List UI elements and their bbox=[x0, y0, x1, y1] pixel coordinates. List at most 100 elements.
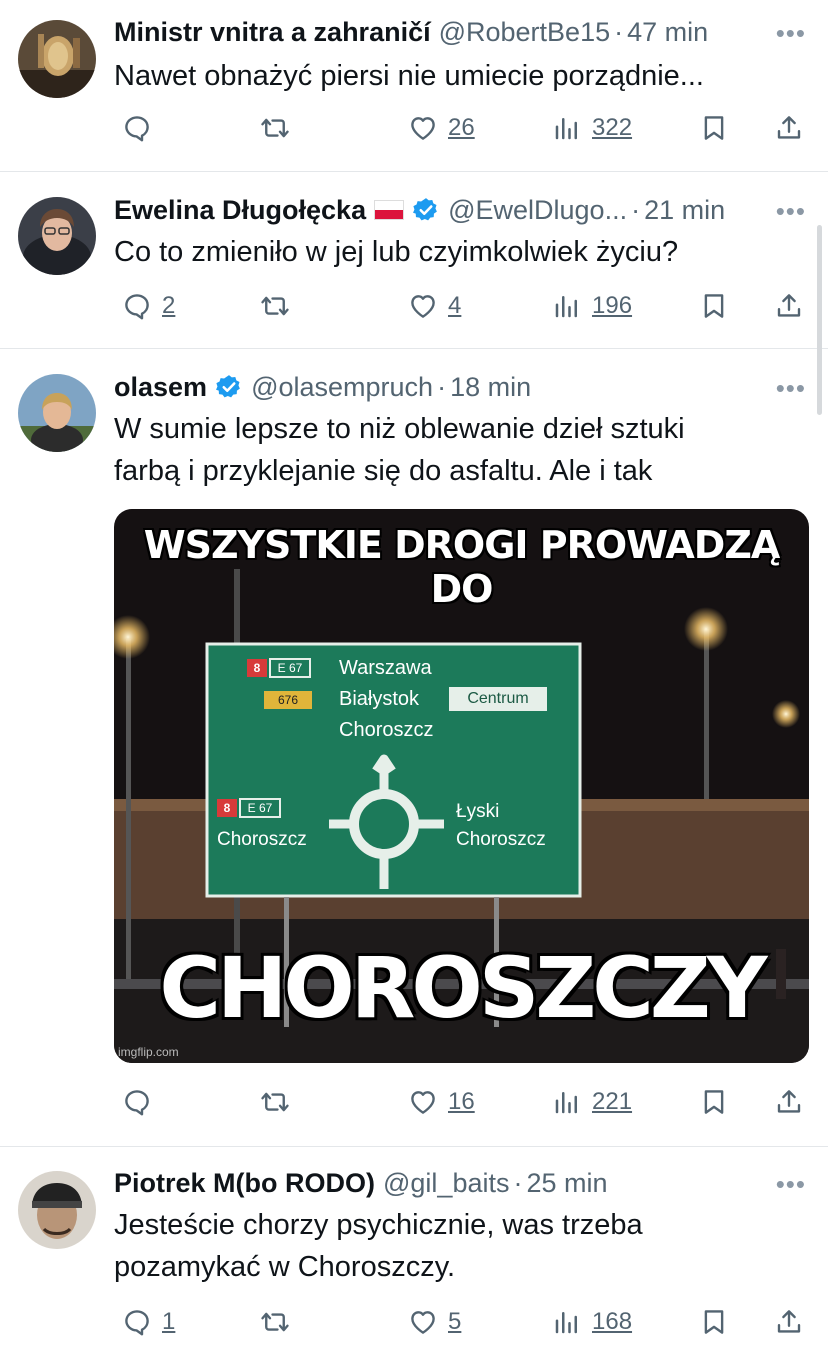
tweet[interactable]: olasem @olasempruch · 18 min ••• W sumie… bbox=[0, 349, 828, 1147]
views-icon bbox=[552, 1307, 582, 1337]
reply-icon bbox=[122, 113, 152, 143]
like-button[interactable]: 4 bbox=[408, 284, 461, 328]
sign-destination: Warszawa bbox=[339, 657, 432, 679]
bookmark-button[interactable] bbox=[699, 1300, 729, 1344]
share-icon bbox=[774, 291, 804, 321]
display-name[interactable]: Piotrek M(bo RODO) bbox=[114, 1168, 375, 1199]
share-button[interactable] bbox=[774, 1080, 804, 1124]
bookmark-icon bbox=[699, 291, 729, 321]
views-button[interactable]: 196 bbox=[552, 284, 632, 328]
like-button[interactable]: 5 bbox=[408, 1300, 461, 1344]
tweet-actions: 2 4 196 bbox=[114, 284, 814, 328]
share-button[interactable] bbox=[774, 284, 804, 328]
bookmark-icon bbox=[699, 113, 729, 143]
reply-icon bbox=[122, 291, 152, 321]
retweet-button[interactable] bbox=[260, 284, 300, 328]
timestamp[interactable]: 25 min bbox=[526, 1168, 607, 1199]
reply-icon bbox=[122, 1307, 152, 1337]
reply-button[interactable] bbox=[122, 1080, 162, 1124]
verified-badge-icon[interactable] bbox=[215, 373, 243, 401]
share-icon bbox=[774, 1087, 804, 1117]
scrollbar[interactable] bbox=[817, 225, 822, 415]
tweet-text: Nawet obnażyć piersi nie umiecie porządn… bbox=[114, 60, 704, 92]
like-button[interactable]: 26 bbox=[408, 106, 475, 150]
share-icon bbox=[774, 113, 804, 143]
tweet-header: Piotrek M(bo RODO) @gil_baits · 25 min bbox=[114, 1167, 608, 1199]
views-icon bbox=[552, 113, 582, 143]
user-handle[interactable]: @RobertBe15 bbox=[439, 17, 611, 48]
tweet[interactable]: Ministr vnitra a zahraničí @RobertBe15 ·… bbox=[0, 0, 828, 172]
tweet-text-line: W sumie lepsze to niż oblewanie dzieł sz… bbox=[114, 413, 685, 445]
timestamp[interactable]: 21 min bbox=[644, 195, 725, 226]
like-button[interactable]: 16 bbox=[408, 1080, 475, 1124]
display-name[interactable]: Ministr vnitra a zahraničí bbox=[114, 17, 431, 48]
views-button[interactable]: 168 bbox=[552, 1300, 632, 1344]
like-icon bbox=[408, 113, 438, 143]
sign-centrum: Centrum bbox=[467, 690, 529, 707]
tweet[interactable]: Ewelina Długołęcka @EwelDlugo... · 21 mi… bbox=[0, 172, 828, 349]
meme-image[interactable]: WSZYSTKIE DROGI PROWADZĄ DO CHOROSZCZY i… bbox=[114, 509, 809, 1063]
retweet-button[interactable] bbox=[260, 1300, 300, 1344]
meme-bottom-caption: CHOROSZCZY bbox=[159, 939, 767, 1037]
reply-icon bbox=[122, 1087, 152, 1117]
views-button[interactable]: 322 bbox=[552, 106, 632, 150]
timestamp[interactable]: 18 min bbox=[450, 372, 531, 403]
share-button[interactable] bbox=[774, 106, 804, 150]
meme-top-caption: WSZYSTKIE DROGI PROWADZĄ DO bbox=[143, 523, 781, 611]
tweet-header: olasem @olasempruch · 18 min bbox=[114, 371, 532, 403]
more-icon[interactable]: ••• bbox=[776, 1169, 806, 1200]
like-icon bbox=[408, 291, 438, 321]
display-name[interactable]: olasem bbox=[114, 372, 207, 403]
bookmark-button[interactable] bbox=[699, 284, 729, 328]
like-icon bbox=[408, 1087, 438, 1117]
views-button[interactable]: 221 bbox=[552, 1080, 632, 1124]
sign-destination: Łyski bbox=[456, 801, 500, 822]
display-name[interactable]: Ewelina Długołęcka bbox=[114, 195, 366, 226]
tweet-actions: 1 5 168 bbox=[114, 1300, 814, 1344]
sign-destination: Choroszcz bbox=[339, 719, 434, 741]
tweet-text-line: pozamykać w Choroszczy. bbox=[114, 1251, 456, 1283]
tweet-text: Jesteście chorzy psychicznie, was trzeba… bbox=[114, 1204, 788, 1288]
tweet-header: Ministr vnitra a zahraničí @RobertBe15 ·… bbox=[114, 16, 709, 48]
user-handle[interactable]: @olasempruch bbox=[251, 372, 433, 403]
share-button[interactable] bbox=[774, 1300, 804, 1344]
reply-button[interactable]: 2 bbox=[122, 284, 175, 328]
reply-button[interactable]: 1 bbox=[122, 1300, 175, 1344]
bookmark-button[interactable] bbox=[699, 106, 729, 150]
avatar[interactable] bbox=[18, 1171, 96, 1249]
sign-destination: Choroszcz bbox=[217, 829, 307, 850]
tweet[interactable]: Piotrek M(bo RODO) @gil_baits · 25 min •… bbox=[0, 1147, 828, 1355]
more-icon[interactable]: ••• bbox=[776, 196, 806, 227]
tweet-actions: 26 322 bbox=[114, 106, 814, 150]
avatar[interactable] bbox=[18, 197, 96, 275]
views-icon bbox=[552, 291, 582, 321]
sign-destination: Białystok bbox=[339, 688, 420, 710]
sign-road-676: 676 bbox=[277, 693, 299, 707]
retweet-icon bbox=[260, 1307, 290, 1337]
tweet-actions: 16 221 bbox=[114, 1080, 814, 1124]
sign-road-e67: E 67 bbox=[277, 661, 303, 675]
share-icon bbox=[774, 1307, 804, 1337]
reply-button[interactable] bbox=[122, 106, 162, 150]
tweet-text-line: Jesteście chorzy psychicznie, was trzeba bbox=[114, 1209, 643, 1241]
user-handle[interactable]: @EwelDlugo... bbox=[448, 195, 627, 226]
views-icon bbox=[552, 1087, 582, 1117]
sign-road-8: 8 bbox=[253, 661, 261, 675]
tweet-header: Ewelina Długołęcka @EwelDlugo... · 21 mi… bbox=[114, 194, 726, 226]
bookmark-button[interactable] bbox=[699, 1080, 729, 1124]
meme-watermark: imgflip.com bbox=[118, 1045, 179, 1059]
poland-flag-icon bbox=[374, 200, 405, 220]
verified-badge-icon[interactable] bbox=[412, 196, 440, 224]
bookmark-icon bbox=[699, 1307, 729, 1337]
retweet-icon bbox=[260, 1087, 290, 1117]
more-icon[interactable]: ••• bbox=[776, 18, 806, 49]
more-icon[interactable]: ••• bbox=[776, 373, 806, 404]
retweet-button[interactable] bbox=[260, 106, 300, 150]
avatar[interactable] bbox=[18, 374, 96, 452]
sign-destination: Choroszcz bbox=[456, 829, 546, 850]
retweet-button[interactable] bbox=[260, 1080, 300, 1124]
avatar[interactable] bbox=[18, 20, 96, 98]
bookmark-icon bbox=[699, 1087, 729, 1117]
user-handle[interactable]: @gil_baits bbox=[383, 1168, 509, 1199]
timestamp[interactable]: 47 min bbox=[627, 17, 708, 48]
